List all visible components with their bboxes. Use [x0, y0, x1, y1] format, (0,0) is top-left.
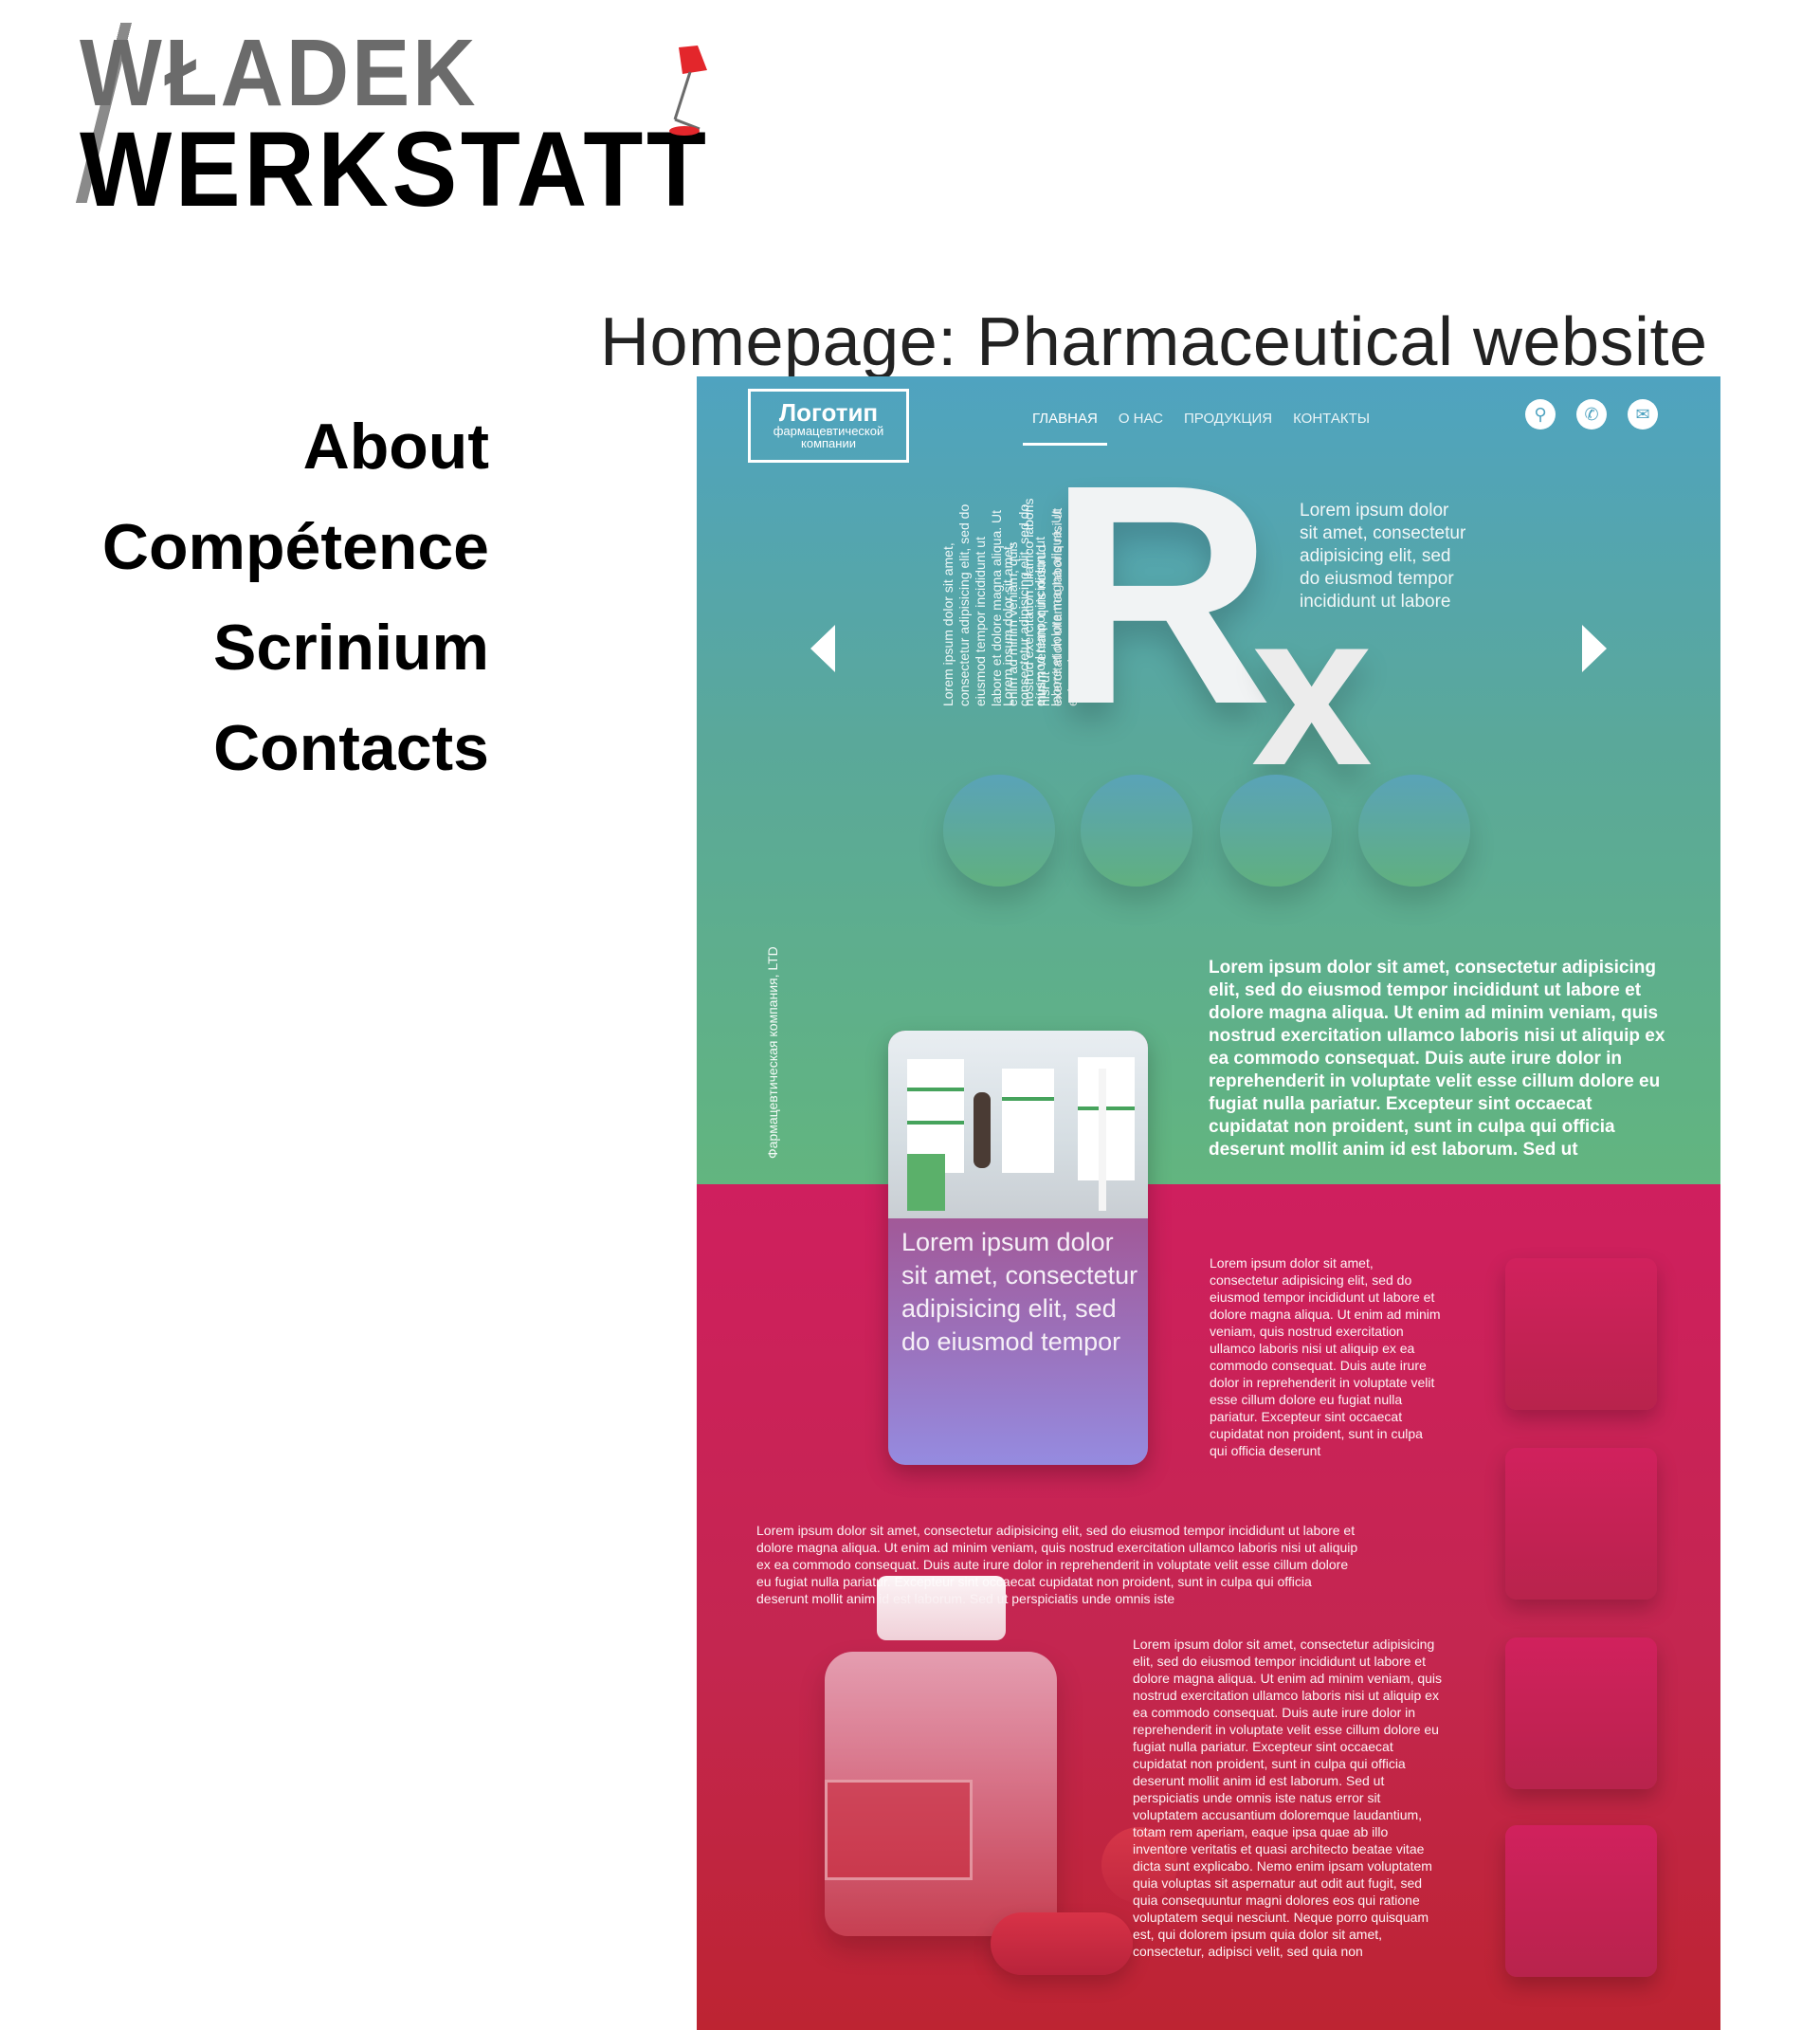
shopper-figure [974, 1092, 991, 1168]
product-tile-1[interactable] [1505, 1258, 1657, 1410]
slider-dot-4[interactable] [1358, 775, 1470, 887]
lower-paragraph-text: Lorem ipsum dolor sit amet, consectetur … [756, 1523, 1358, 1606]
mockup-logo-title: Логотип [778, 398, 879, 427]
lower-column-text-2: Lorem ipsum dolor sit amet, consectetur … [1133, 1637, 1443, 1959]
hero-body-text: Lorem ipsum dolor sit amet, consectetur … [1209, 958, 1665, 1160]
product-tile-4[interactable] [1505, 1825, 1657, 1977]
nav-competence[interactable]: Compétence [102, 497, 489, 597]
hero-side-text: Lorem ipsum dolor sit amet, consectetur … [1300, 501, 1466, 612]
slider-prev-arrow[interactable] [810, 625, 835, 672]
mockup-logo[interactable]: Логотип фармацевтической компании [748, 389, 909, 463]
nav-scrinium[interactable]: Scrinium [102, 597, 489, 698]
bottle-label-shape [825, 1780, 973, 1880]
site-logo[interactable]: WŁADEK WERKSTATT [74, 17, 719, 229]
vertical-brand-text: Фармацевтическая компания, LTD [765, 946, 780, 1159]
slider-next-arrow[interactable] [1582, 625, 1607, 672]
pharmacy-photo [888, 1031, 1148, 1218]
product-tile-3[interactable] [1505, 1637, 1657, 1789]
card-text: Lorem ipsum dolor sit amet, consectetur … [901, 1228, 1138, 1356]
product-tile-2[interactable] [1505, 1448, 1657, 1600]
phone-icon[interactable]: ✆ [1576, 399, 1607, 430]
website-mockup: Логотип фармацевтической компании ГЛАВНА… [697, 376, 1720, 2030]
nav-about[interactable]: About [102, 396, 489, 497]
desk-lamp-icon [669, 46, 707, 136]
search-icon[interactable]: ⚲ [1525, 399, 1556, 430]
slider-dot-3[interactable] [1220, 775, 1332, 887]
menu-item-contacts[interactable]: КОНТАКТЫ [1293, 411, 1370, 427]
hero-section: Логотип фармацевтической компании ГЛАВНА… [697, 376, 1720, 1184]
logo-line-2: WERKSTATT [80, 110, 710, 229]
rx-letter-r: R [1047, 419, 1274, 769]
mail-icon[interactable]: ✉ [1628, 399, 1658, 430]
nav-contacts[interactable]: Contacts [102, 698, 489, 798]
pill-capsule-shape [991, 1912, 1133, 1975]
lower-column-text-1: Lorem ipsum dolor sit amet, consectetur … [1210, 1255, 1441, 1458]
mockup-logo-subtitle: фармацевтической компании [773, 424, 884, 450]
slider-dot-1[interactable] [943, 775, 1055, 887]
slider-dot-2[interactable] [1081, 775, 1192, 887]
project-title: Homepage: Pharmaceutical website [600, 304, 1708, 380]
main-nav: About Compétence Scrinium Contacts [102, 396, 489, 798]
feature-card[interactable]: Lorem ipsum dolor sit amet, consectetur … [888, 1031, 1148, 1465]
mockup-icon-bar: ⚲ ✆ ✉ [1525, 399, 1658, 430]
bottle-cap-shape [877, 1576, 1006, 1640]
